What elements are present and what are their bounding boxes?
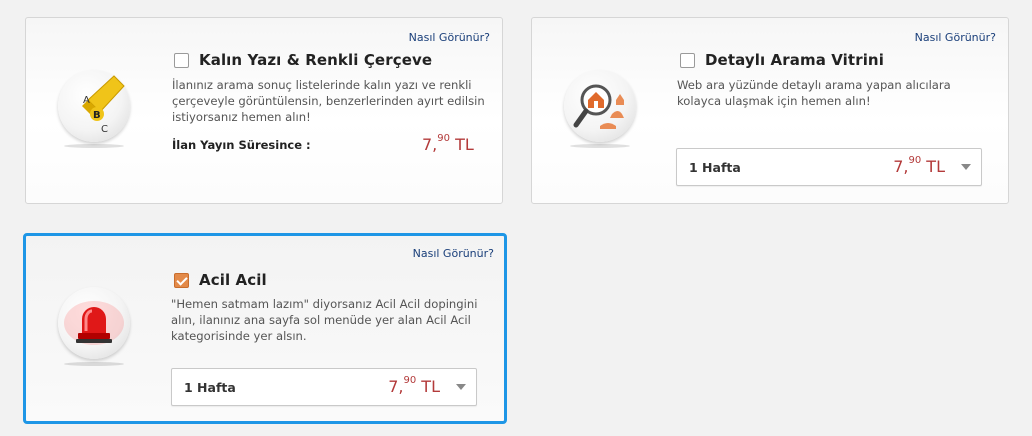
- siren-light-icon: [58, 287, 130, 359]
- how-it-looks-link[interactable]: Nasıl Görünür?: [413, 247, 494, 260]
- price: 7,90 TL: [893, 154, 945, 176]
- svg-text:A: A: [83, 95, 90, 106]
- price-main: 7,: [388, 377, 404, 396]
- price: 7,90 TL: [388, 374, 440, 396]
- price-cents: 90: [403, 374, 417, 386]
- how-it-looks-link[interactable]: Nasıl Görünür?: [915, 31, 996, 44]
- doping-card-bold-frame: Nasıl Görünür? A B C Kalın Yazı & Renkli…: [25, 17, 503, 204]
- duration-label: İlan Yayın Süresince :: [172, 138, 311, 152]
- price-main: 7,: [422, 135, 438, 154]
- magnifier-house-icon: [564, 70, 636, 142]
- icon-shadow: [64, 362, 124, 366]
- price-cents: 90: [437, 132, 450, 144]
- title-row: Detaylı Arama Vitrini: [680, 51, 884, 69]
- price-main: 7,: [893, 157, 909, 176]
- card-description: İlanınız arama sonuç listelerinde kalın …: [172, 78, 485, 124]
- doping-checkbox[interactable]: [174, 52, 189, 68]
- title-row: Acil Acil: [174, 271, 267, 289]
- price: 7,90 TL: [422, 132, 474, 154]
- doping-card-urgent: Nasıl Görünür? Acil Acil "Hemen satmam l…: [23, 233, 507, 424]
- how-it-looks-link[interactable]: Nasıl Görünür?: [409, 31, 490, 44]
- svg-text:B: B: [93, 110, 101, 121]
- price-cents: 90: [908, 154, 922, 166]
- price-unit: TL: [416, 377, 440, 396]
- card-title: Acil Acil: [199, 271, 267, 289]
- chevron-down-icon: [961, 164, 971, 170]
- duration-select-value: 1 Hafta: [184, 380, 236, 395]
- chevron-down-icon: [456, 384, 466, 390]
- price-unit: TL: [921, 157, 945, 176]
- icon-shadow: [64, 144, 124, 148]
- duration-select[interactable]: 1 Hafta 7,90 TL: [676, 148, 982, 186]
- svg-text:C: C: [101, 124, 108, 135]
- card-title: Kalın Yazı & Renkli Çerçeve: [199, 51, 433, 69]
- duration-select[interactable]: 1 Hafta 7,90 TL: [171, 368, 477, 406]
- card-description: "Hemen satmam lazım" diyorsanız Acil Aci…: [171, 297, 478, 343]
- title-row: Kalın Yazı & Renkli Çerçeve: [174, 51, 432, 69]
- icon-shadow: [570, 144, 630, 148]
- card-description: Web ara yüzünde detaylı arama yapan alıc…: [677, 78, 951, 108]
- doping-card-detailed-search: Nasıl Görünür? Detaylı Arama Vitrini Web…: [531, 17, 1009, 204]
- abc-highlighter-icon: A B C: [58, 70, 130, 142]
- card-title: Detaylı Arama Vitrini: [705, 51, 884, 69]
- doping-checkbox[interactable]: [680, 52, 695, 68]
- price-unit: TL: [450, 135, 474, 154]
- doping-checkbox[interactable]: [174, 272, 189, 288]
- duration-select-value: 1 Hafta: [689, 160, 741, 175]
